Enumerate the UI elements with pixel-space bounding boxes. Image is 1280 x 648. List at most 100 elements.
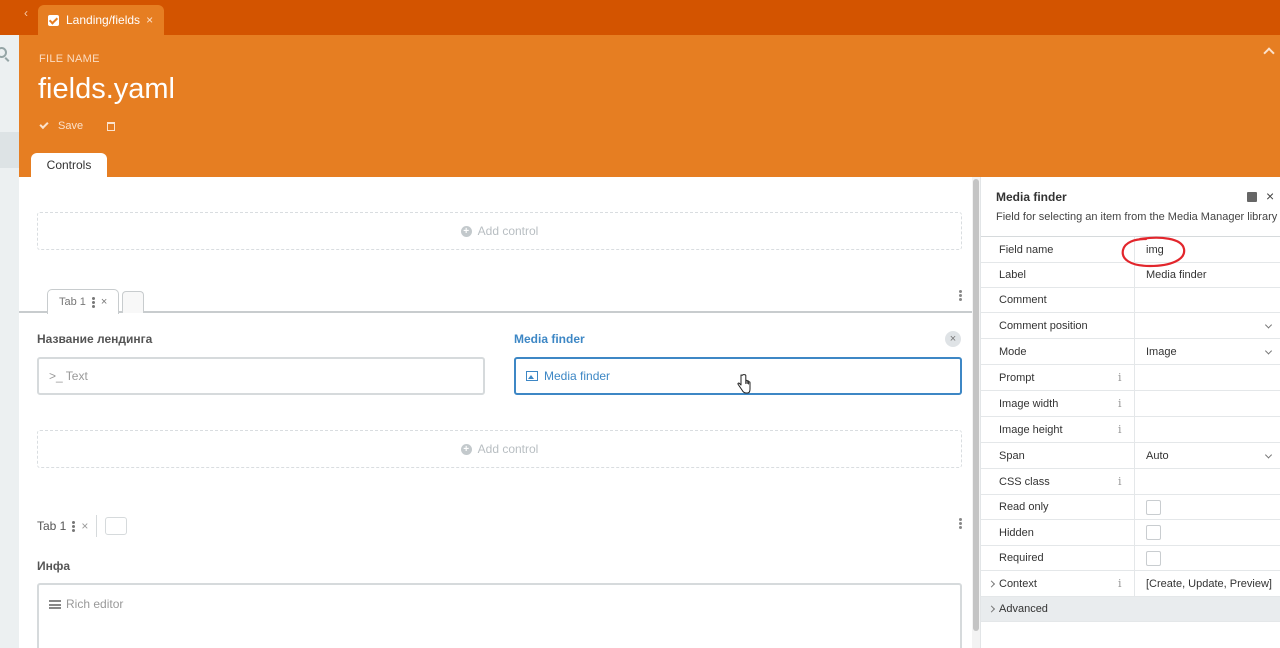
- add-control-label: Add control: [477, 224, 539, 238]
- canvas-scrollbar[interactable]: [972, 177, 980, 648]
- list-icon: [49, 600, 61, 609]
- add-control-button[interactable]: + Add control: [37, 212, 962, 250]
- close-icon[interactable]: ×: [146, 13, 153, 27]
- tab-1[interactable]: Tab 1 ×: [47, 289, 119, 314]
- field-label: Название лендинга: [37, 332, 153, 346]
- inspector-title: Media finder: [996, 190, 1067, 204]
- image-icon: [526, 371, 538, 381]
- property-select[interactable]: Auto: [1135, 443, 1280, 468]
- checkbox[interactable]: [1146, 550, 1161, 566]
- field-placeholder: >_ Text: [49, 369, 88, 383]
- form-tabs: Tab 1 ×: [19, 285, 972, 314]
- checkbox[interactable]: [1146, 499, 1161, 515]
- property-name: Comment: [981, 288, 1135, 312]
- property-checkbox[interactable]: [1135, 495, 1280, 519]
- remove-field-button[interactable]: ×: [945, 331, 961, 347]
- add-tab-button[interactable]: [122, 291, 144, 313]
- chevron-up-icon[interactable]: [1263, 47, 1275, 59]
- property-row: Span Auto: [981, 443, 1280, 469]
- property-value: Auto: [1146, 449, 1169, 462]
- text-field-control[interactable]: >_ Text: [37, 357, 485, 395]
- property-name-text: Field name: [999, 243, 1054, 256]
- property-value: Image: [1146, 345, 1177, 358]
- info-icon[interactable]: i: [1118, 397, 1122, 410]
- tab-1-label: Tab 1: [59, 296, 86, 308]
- property-row: Image height i: [981, 417, 1280, 443]
- property-row: Required: [981, 546, 1280, 571]
- field-label: Media finder: [514, 332, 585, 346]
- property-input[interactable]: [1135, 391, 1280, 416]
- chevron-left-icon[interactable]: ‹: [24, 6, 28, 20]
- inspector-header: Media finder Field for selecting an item…: [981, 177, 1280, 237]
- chevron-down-icon: [1264, 450, 1273, 459]
- chevron-right-icon[interactable]: [987, 579, 996, 588]
- drag-handle-icon[interactable]: [72, 520, 76, 533]
- drag-handle-icon[interactable]: [91, 296, 95, 309]
- scrollbar-thumb[interactable]: [973, 179, 979, 631]
- property-row: Hidden: [981, 520, 1280, 546]
- rich-editor-control[interactable]: Rich editor: [37, 583, 962, 648]
- property-name: Prompt i: [981, 365, 1135, 390]
- close-icon[interactable]: ×: [81, 519, 88, 533]
- property-name: Field name: [981, 237, 1135, 262]
- file-name-value[interactable]: fields.yaml: [38, 73, 175, 106]
- info-icon[interactable]: i: [1118, 371, 1122, 384]
- search-icon[interactable]: [0, 47, 7, 58]
- property-checkbox[interactable]: [1135, 546, 1280, 570]
- more-vertical-icon[interactable]: [959, 517, 962, 530]
- field-placeholder: Media finder: [544, 369, 611, 383]
- property-row[interactable]: Advanced: [981, 597, 1280, 622]
- field-placeholder: Rich editor: [66, 597, 124, 611]
- tab-1-label[interactable]: Tab 1: [37, 519, 66, 533]
- property-name: Image height i: [981, 417, 1135, 442]
- property-value: [Create, Update, Preview]: [1146, 577, 1272, 590]
- tab-divider: [96, 515, 98, 537]
- property-name-text: Hidden: [999, 526, 1034, 539]
- property-name-text: Span: [999, 449, 1025, 462]
- info-icon[interactable]: i: [1118, 577, 1122, 590]
- trash-icon[interactable]: [107, 121, 116, 131]
- check-icon: [39, 119, 49, 130]
- tab-controls[interactable]: Controls: [31, 153, 107, 177]
- tab-landing-fields[interactable]: Landing/fields ×: [38, 5, 164, 35]
- property-row: Mode Image: [981, 339, 1280, 365]
- info-icon[interactable]: i: [1118, 475, 1122, 488]
- property-name-text: Required: [999, 552, 1044, 564]
- property-input[interactable]: [1135, 469, 1280, 494]
- inspector-description: Field for selecting an item from the Med…: [996, 211, 1278, 223]
- property-select[interactable]: [1135, 313, 1280, 338]
- property-name: Required: [981, 546, 1135, 570]
- property-name: Label: [981, 263, 1135, 287]
- add-tab-button[interactable]: [105, 517, 128, 535]
- more-vertical-icon[interactable]: [959, 289, 962, 302]
- popout-icon[interactable]: [1247, 192, 1257, 202]
- property-name: Read only: [981, 495, 1135, 519]
- file-name-label: FILE NAME: [39, 53, 100, 65]
- info-icon[interactable]: i: [1118, 423, 1122, 436]
- close-icon[interactable]: ×: [101, 296, 107, 308]
- checkbox-icon: [48, 14, 59, 26]
- property-row[interactable]: Context i [Create, Update, Preview]: [981, 571, 1280, 597]
- add-control-label: Add control: [477, 442, 539, 456]
- property-input[interactable]: [1135, 365, 1280, 390]
- checkbox[interactable]: [1146, 525, 1161, 540]
- chevron-right-icon[interactable]: [987, 605, 996, 613]
- close-icon[interactable]: ×: [1266, 188, 1274, 204]
- property-name-text: Image height: [999, 423, 1063, 436]
- property-name-text: CSS class: [999, 475, 1050, 488]
- property-input[interactable]: [Create, Update, Preview]: [1135, 571, 1280, 596]
- property-checkbox[interactable]: [1135, 520, 1280, 545]
- add-control-button[interactable]: + Add control: [37, 430, 962, 468]
- property-name-text: Label: [999, 269, 1026, 281]
- property-input[interactable]: [1135, 417, 1280, 442]
- sidebar-selected-item[interactable]: [0, 132, 19, 168]
- chevron-down-icon: [1264, 320, 1273, 329]
- left-sidebar: [0, 35, 19, 648]
- property-select[interactable]: Image: [1135, 339, 1280, 364]
- property-input[interactable]: [1135, 288, 1280, 312]
- property-name-text: Comment position: [999, 319, 1088, 332]
- save-button[interactable]: Save: [58, 120, 83, 132]
- form-tabs-secondary: Tab 1 ×: [37, 515, 128, 537]
- property-name-text: Comment: [999, 294, 1047, 306]
- property-name-text: Image width: [999, 397, 1059, 410]
